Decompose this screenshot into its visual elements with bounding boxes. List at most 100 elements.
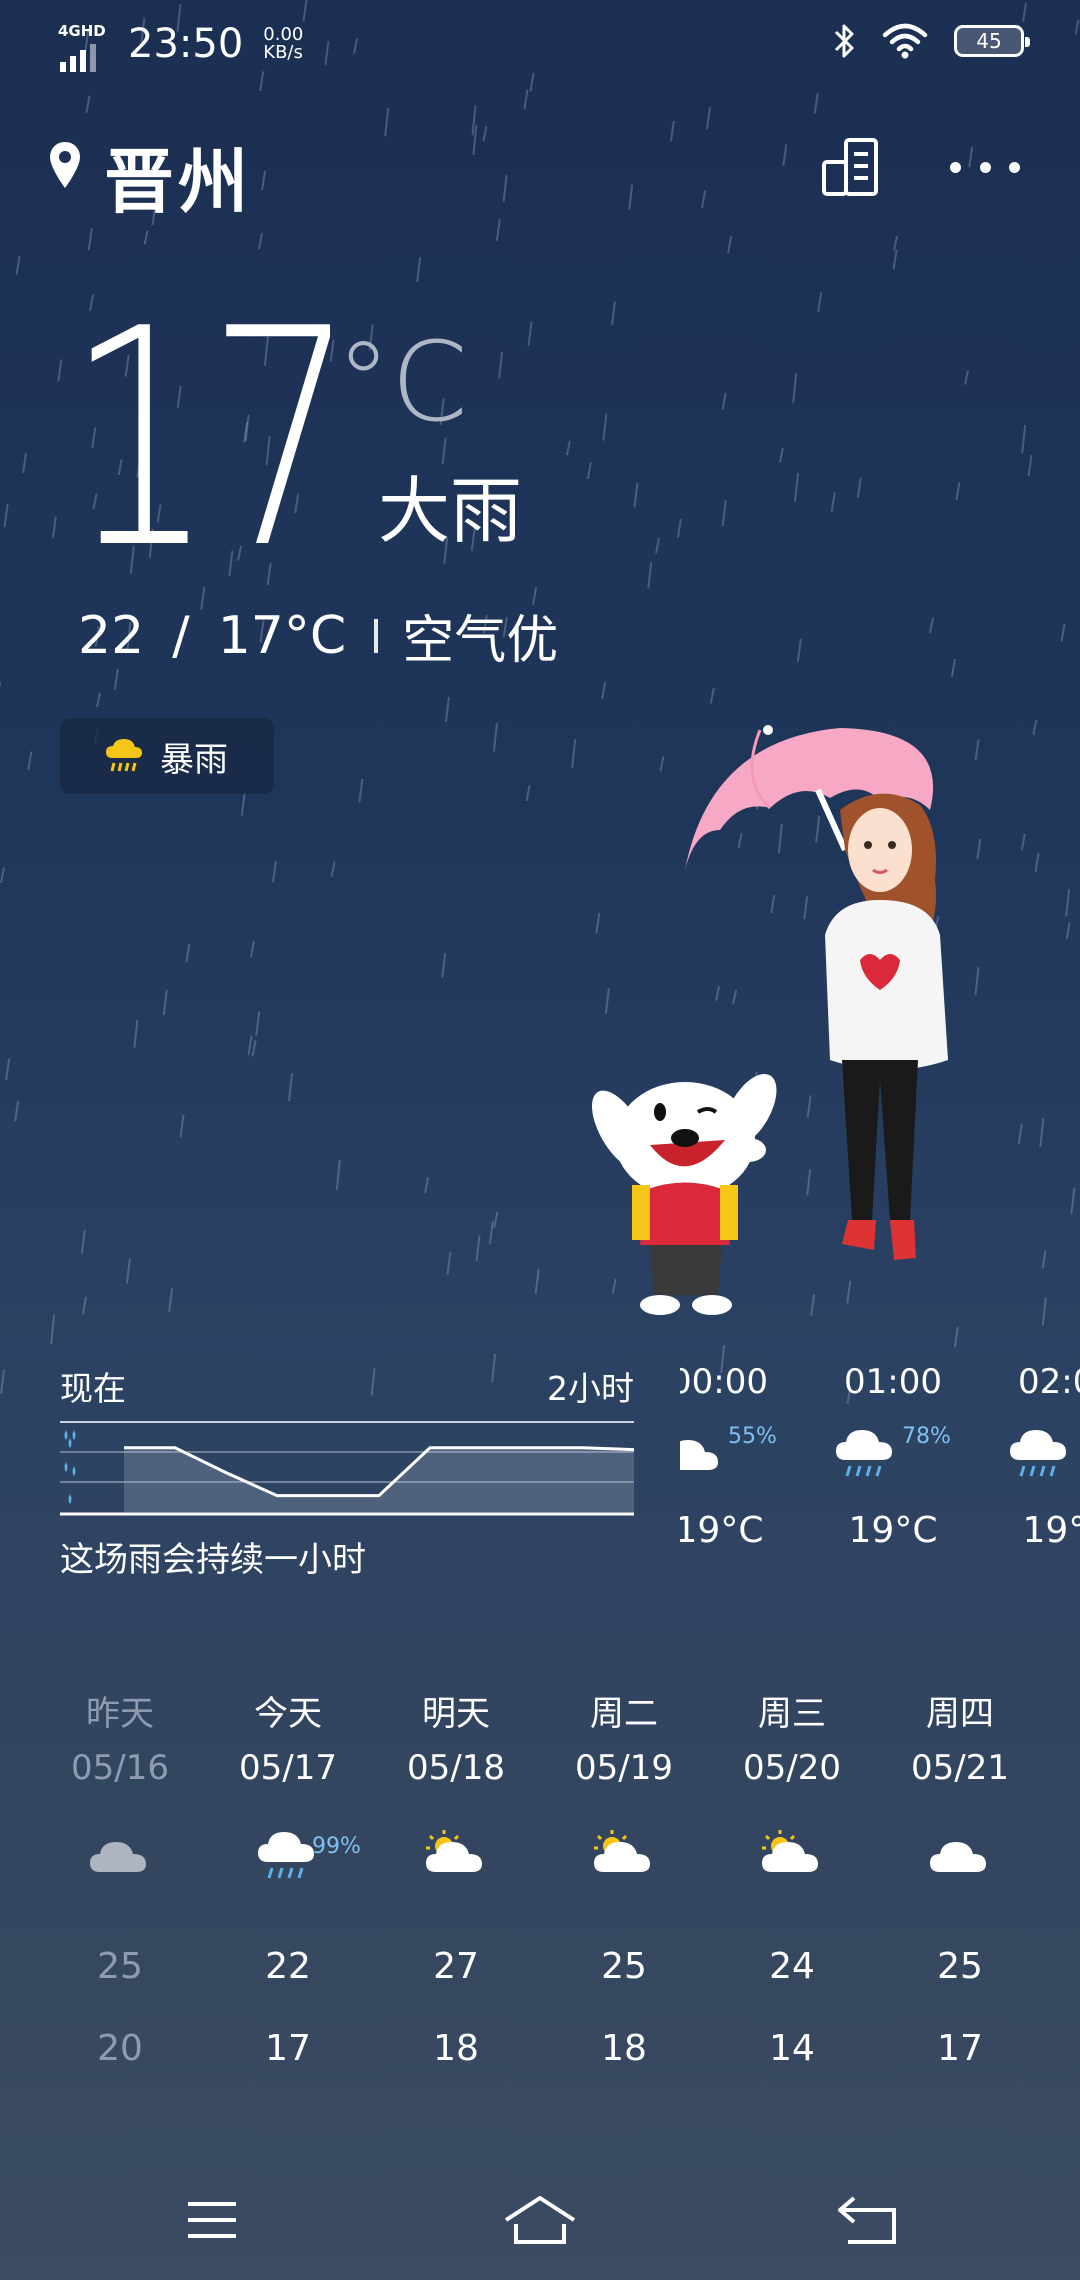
day-high-temp: 25: [937, 1946, 983, 1987]
rain-streak: [794, 472, 799, 502]
rain-streak: [475, 1235, 481, 1262]
nav-menu-button[interactable]: [172, 2190, 252, 2250]
rain-streak: [721, 500, 727, 527]
hourly-item[interactable]: 00:00 55% 19°C: [680, 1362, 794, 1562]
air-quality[interactable]: 空气优: [402, 598, 558, 673]
rain-streak: [727, 235, 733, 254]
rain-streak: [179, 1114, 185, 1138]
rain-streak: [830, 492, 836, 513]
rain-streak: [953, 1327, 959, 1348]
day-high-temp: 27: [433, 1946, 479, 1987]
rain-streak: [813, 93, 819, 114]
hourly-item[interactable]: 01:00 78% 19°C: [818, 1362, 968, 1562]
day-low-temp: 17: [265, 2028, 311, 2069]
day-low-temp: 18: [601, 2028, 647, 2069]
app-header: 晋州: [0, 118, 1080, 223]
current-temperature: 17: [66, 265, 356, 614]
rain-streak: [96, 692, 101, 708]
signal-strength: 4GHD: [58, 20, 108, 72]
rain-streak: [856, 477, 862, 498]
heavy-rain-icon: [106, 739, 142, 772]
day-name: 周三: [758, 1694, 826, 1734]
day-low-temp: 20: [97, 2028, 143, 2069]
city-manage-button[interactable]: [816, 132, 886, 202]
alert-label: 暴雨: [160, 739, 228, 780]
home-icon: [504, 2196, 576, 2244]
weather-illustration: [592, 725, 948, 1315]
location-pin-icon: [50, 142, 80, 188]
day-date: 05/21: [911, 1748, 1009, 1788]
weather-alert-chip[interactable]: 暴雨: [60, 718, 274, 794]
rain-streak: [1034, 852, 1040, 873]
range-slash: /: [172, 605, 190, 666]
daily-item[interactable]: 今天 05/17 99% 22 17: [204, 1686, 372, 2086]
rain-streak: [523, 89, 529, 110]
rain-streak: [50, 1314, 56, 1345]
rain-streak: [358, 778, 364, 803]
precip-area: [124, 1447, 634, 1514]
day-high-temp: 22: [265, 1946, 311, 1987]
moon-cloud-icon: [680, 1440, 718, 1470]
hour-temp: 19°C: [1022, 1510, 1080, 1551]
rain-streak: [955, 482, 961, 501]
cloud-rain-icon: [1010, 1430, 1066, 1477]
rain-streak: [495, 219, 501, 242]
rain-streak: [271, 861, 277, 883]
rain-streak: [133, 1019, 139, 1048]
daily-item[interactable]: 周二 05/19 25 18: [540, 1686, 708, 2086]
sun-cloud-icon: [762, 1830, 818, 1872]
rain-streak: [441, 953, 447, 978]
rain-streak: [51, 516, 57, 539]
precipitation-chart: [60, 1421, 634, 1516]
rain-streak: [1065, 922, 1071, 940]
temperature-unit: °C: [336, 318, 468, 446]
more-dot-icon: [950, 161, 961, 173]
rain-streak: [424, 1177, 430, 1194]
rain-streak: [929, 617, 934, 634]
city-name[interactable]: 晋州: [104, 126, 252, 227]
day-high-temp: 25: [97, 1946, 143, 1987]
precipitation-forecast[interactable]: 现在 2小时 这场雨会持续一小时: [60, 1362, 634, 1582]
back-icon: [838, 2196, 896, 2244]
daily-item[interactable]: 周三 05/20 24 14: [708, 1686, 876, 2086]
hourly-item[interactable]: 02:00 19°C: [992, 1362, 1080, 1562]
signal-bars-icon: [60, 36, 96, 72]
day-name: 今天: [254, 1694, 322, 1734]
rain-streak: [251, 1040, 257, 1057]
daily-item[interactable]: 昨天 05/16 25 20: [36, 1686, 204, 2086]
rain-streak: [446, 1251, 452, 1276]
rain-streak: [534, 1268, 540, 1294]
wifi-icon: [882, 23, 928, 59]
hourly-forecast[interactable]: 00:0055%19°C01:00 78%19°C 02:00 19°C: [680, 1362, 1080, 1562]
rain-streak: [1027, 454, 1033, 477]
nav-home-button[interactable]: [500, 2190, 580, 2250]
rain-streak: [168, 1288, 174, 1313]
rain-streak: [709, 687, 715, 704]
daily-forecast[interactable]: 昨天 05/16 25 20 今天 05/17 99% 22 17 明天 05/18 27 18 周二…: [36, 1686, 1044, 2086]
rain-streak: [893, 235, 898, 251]
cloud-icon: [90, 1842, 146, 1872]
rain-streak: [335, 1160, 341, 1191]
rain-streak: [15, 255, 21, 275]
day-high-temp: 25: [601, 1946, 647, 1987]
rain-streak: [633, 482, 639, 508]
nav-back-button[interactable]: [828, 2190, 908, 2250]
hour-time: 01:00: [844, 1362, 942, 1402]
rain-streak: [0, 867, 5, 884]
rain-streak: [1041, 1297, 1047, 1326]
rain-streak: [416, 257, 422, 283]
daily-item[interactable]: 明天 05/18 27 18: [372, 1686, 540, 2086]
more-options-button[interactable]: [950, 132, 1020, 202]
rain-streak: [330, 861, 336, 877]
rain-streak: [27, 751, 33, 771]
day-date: 05/18: [407, 1748, 505, 1788]
status-time: 23:50: [128, 21, 244, 67]
day-precip-chance: 99%: [312, 1834, 361, 1859]
more-dot-icon: [1009, 161, 1020, 173]
rain-streak: [964, 370, 969, 385]
daily-item[interactable]: 周四 05/21 25 17: [876, 1686, 1044, 2086]
rain-intensity-heavy-icon: [64, 1430, 76, 1448]
rain-streak: [288, 1073, 293, 1102]
rain-streak: [1039, 1118, 1045, 1148]
sun-cloud-icon: [426, 1830, 482, 1872]
